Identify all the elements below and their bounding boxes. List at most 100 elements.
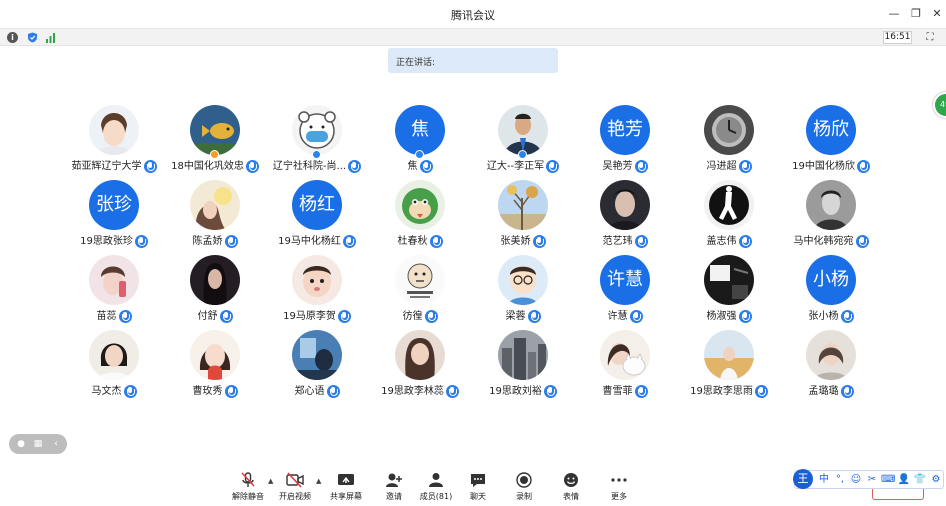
ime-emoji-icon[interactable]: ☺ — [849, 473, 863, 487]
participant-tile[interactable]: 盖志伟 — [674, 180, 784, 248]
info-icon[interactable]: i — [7, 32, 18, 43]
minimize-icon[interactable]: — — [886, 6, 902, 22]
shield-icon[interactable] — [27, 32, 38, 43]
chat-bubble-icon[interactable]: ● — [15, 438, 27, 450]
participant-avatar-initials: 杨欣 — [806, 105, 856, 155]
participant-tile[interactable]: 苗蕊 — [59, 255, 169, 323]
participant-tile[interactable]: 杨欣 19中国化杨欣 — [776, 105, 886, 173]
participant-tile[interactable]: 梁蓉 — [468, 255, 578, 323]
participant-name-row: 范艺玮 — [570, 231, 680, 248]
participant-avatar-photo — [806, 330, 856, 380]
emoji-icon — [564, 473, 578, 487]
mic-status-icon — [546, 160, 560, 173]
ime-scissors-icon[interactable]: ✂ — [865, 473, 879, 487]
participant-tile[interactable]: 孟璐璐 — [776, 330, 886, 398]
participant-tile[interactable]: 焦焦 — [365, 105, 475, 173]
participant-tile[interactable]: 马文杰 — [59, 330, 169, 398]
ime-keyboard-icon[interactable]: ⌨ — [881, 473, 895, 487]
ime-lang-toggle[interactable]: 中 — [817, 473, 831, 487]
floating-control-pill[interactable]: ● ▦ ‹ — [9, 434, 67, 454]
participant-name: 马文杰 — [91, 385, 122, 397]
participant-name-row: 19思政刘裕 — [468, 381, 578, 398]
participant-name-row: 付舒 — [160, 306, 270, 323]
participant-tile[interactable]: 张珍 19思政张珍 — [59, 180, 169, 248]
start-video-button[interactable]: 开启视频 — [267, 472, 323, 506]
participant-tile[interactable]: 辽宁社科院-尚... — [262, 105, 372, 173]
participant-tile[interactable]: 许慧 许慧 — [570, 255, 680, 323]
participant-tile[interactable]: 艳芳 吴艳芳 — [570, 105, 680, 173]
participant-tile[interactable]: 辽大--李正军 — [468, 105, 578, 173]
participant-avatar-photo — [498, 105, 548, 155]
participant-name: 吴艳芳 — [602, 160, 633, 172]
speaking-label: 正在讲话: — [396, 58, 436, 68]
participant-name-row: 郑心语 — [262, 381, 372, 398]
participant-name: 18中国化巩效忠 — [171, 160, 244, 172]
participant-name: 彷徨 — [402, 310, 423, 322]
mic-status-icon — [634, 160, 648, 173]
participant-tile[interactable]: 19马原李贺 — [262, 255, 372, 323]
ime-punctuation-toggle[interactable]: °, — [833, 473, 847, 487]
ime-user-icon[interactable]: 👤 — [897, 473, 911, 487]
mic-status-icon — [532, 235, 546, 248]
participant-name-row: 19思政李思雨 — [674, 381, 784, 398]
participant-tile[interactable]: 19思政李思雨 — [674, 330, 784, 398]
mic-status-icon — [419, 160, 433, 173]
restore-icon[interactable]: ❐ — [908, 6, 924, 22]
participant-tile[interactable]: 冯进超 — [674, 105, 784, 173]
participant-name: 杜春秋 — [397, 235, 428, 247]
mic-muted-icon — [241, 472, 255, 487]
close-icon[interactable]: ✕ — [929, 6, 945, 22]
mic-status-icon — [856, 160, 870, 173]
participant-name-row: 18中国化巩效忠 — [160, 156, 270, 173]
participant-tile[interactable]: 19思政李林蕊 — [365, 330, 475, 398]
ime-settings-icon[interactable]: ⚙ — [929, 473, 943, 487]
participant-name-row: 曹玫秀 — [160, 381, 270, 398]
mic-status-icon — [840, 385, 854, 398]
window-title: 腾讯会议 — [451, 9, 495, 22]
participant-name: 盖志伟 — [706, 235, 737, 247]
more-button[interactable]: 更多 — [591, 472, 647, 506]
mic-status-icon — [224, 235, 238, 248]
participant-name: 曹雪菲 — [602, 385, 633, 397]
participant-name: 孟璐璐 — [808, 385, 839, 397]
mic-status-icon — [123, 385, 137, 398]
participant-name: 苗蕊 — [96, 310, 117, 322]
mic-status-icon — [219, 310, 233, 323]
grid-icon[interactable]: ▦ — [32, 438, 44, 450]
participant-tile[interactable]: 彷徨 — [365, 255, 475, 323]
participant-tile[interactable]: 范艺玮 — [570, 180, 680, 248]
participant-avatar-photo — [498, 330, 548, 380]
ime-skin-icon[interactable]: 👕 — [913, 473, 927, 487]
participant-avatar-photo — [600, 180, 650, 230]
fullscreen-icon[interactable]: ⛶ — [924, 32, 936, 44]
title-bar: 腾讯会议 — ❐ ✕ — [0, 0, 946, 28]
participant-tile[interactable]: 18中国化巩效忠 — [160, 105, 270, 173]
floating-count-badge[interactable]: 49 — [933, 92, 946, 118]
chevron-left-icon[interactable]: ‹ — [50, 438, 62, 450]
participant-name: 杨淑强 — [706, 310, 737, 322]
participant-tile[interactable]: 杨红 19马中化杨红 — [262, 180, 372, 248]
participant-name: 冯进超 — [706, 160, 737, 172]
chat-icon — [471, 474, 485, 487]
participant-tile[interactable]: 小杨 张小杨 — [776, 255, 886, 323]
participant-tile[interactable]: 付舒 — [160, 255, 270, 323]
participant-tile[interactable]: 曹雪菲 — [570, 330, 680, 398]
share-screen-icon — [338, 474, 354, 485]
participant-tile[interactable]: 杜春秋 — [365, 180, 475, 248]
participant-tile[interactable]: 杨淑强 — [674, 255, 784, 323]
participant-name: 梁蓉 — [505, 310, 526, 322]
participant-tile[interactable]: 张美娇 — [468, 180, 578, 248]
participant-tile[interactable]: 茹亚辉辽宁大学 — [59, 105, 169, 173]
meeting-info-bar: i 16:51 ⛶ — [0, 28, 946, 46]
participant-tile[interactable]: 19思政刘裕 — [468, 330, 578, 398]
mic-status-icon — [445, 385, 459, 398]
ime-toolbar[interactable]: 王 中 °, ☺ ✂ ⌨ 👤 👕 ⚙ — [793, 469, 944, 489]
participant-tile[interactable]: 曹玫秀 — [160, 330, 270, 398]
participant-tile[interactable]: 陈孟娇 — [160, 180, 270, 248]
participant-tile[interactable]: 马中化韩宛宛 — [776, 180, 886, 248]
participant-avatar-photo — [89, 330, 139, 380]
participant-tile[interactable]: 郑心语 — [262, 330, 372, 398]
signal-icon[interactable] — [45, 32, 56, 43]
end-meeting-button[interactable] — [872, 488, 924, 500]
ime-logo[interactable]: 王 — [793, 469, 813, 489]
